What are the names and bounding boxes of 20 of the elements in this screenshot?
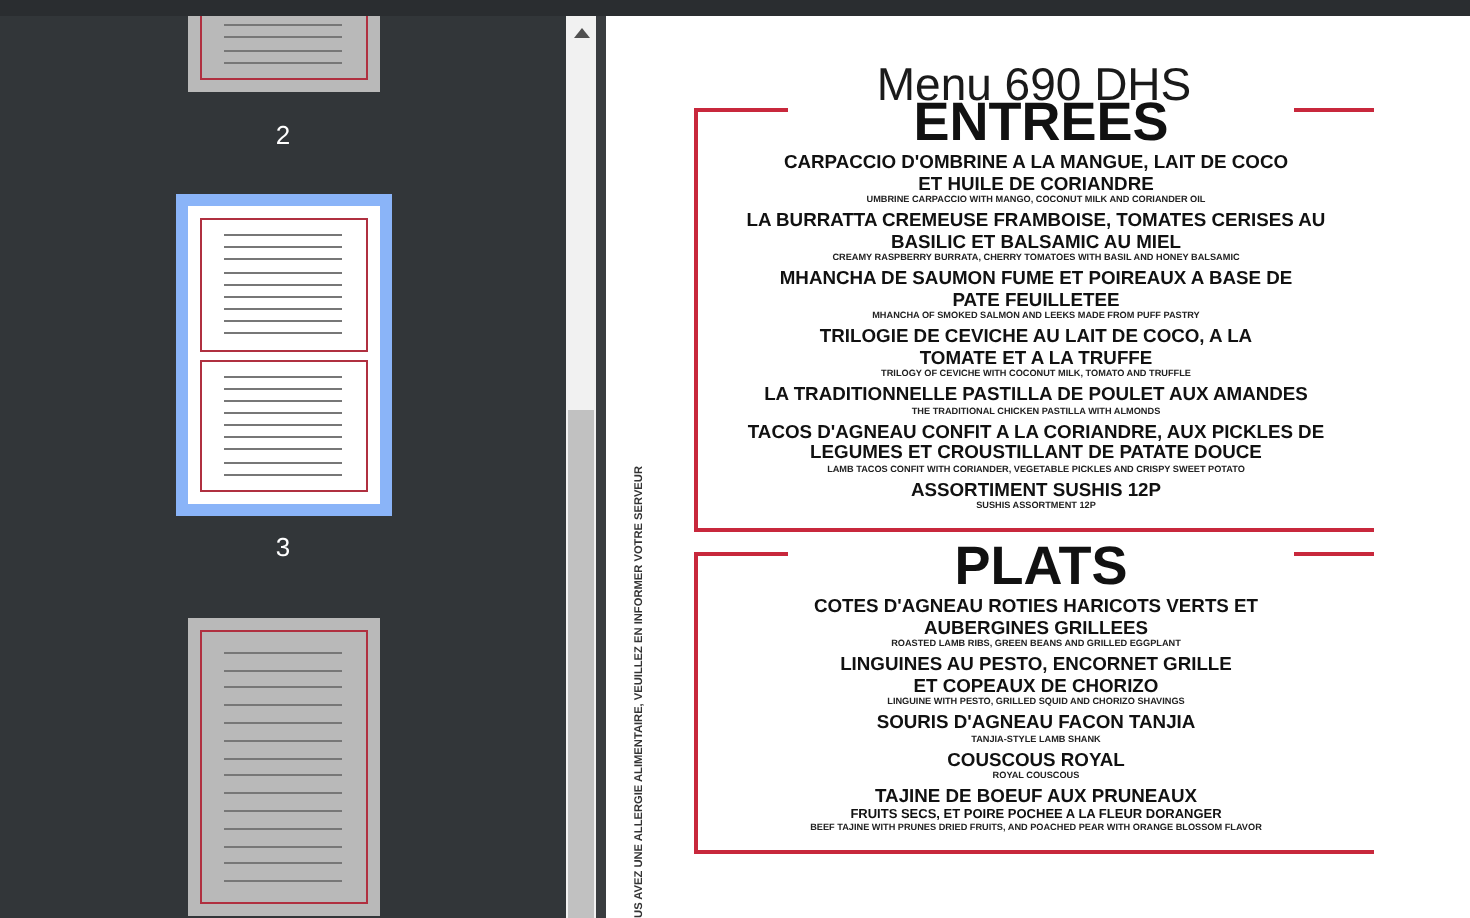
section-heading: PLATS [952,540,1130,592]
dish-name: TAJINE DE BOEUF AUX PRUNEAUX [875,786,1197,807]
dish-name: TRILOGIE DE CEVICHE AU LAIT DE COCO, A LA TOMATE ET A LA TRUFFE [819,326,1253,368]
dish-name: COTES D'AGNEAU ROTIES HARICOTS VERTS ET AUBERGINES GRILLEES [813,596,1259,638]
scroll-up-icon[interactable] [573,28,589,38]
dish-name: LINGUINES AU PESTO, ENCORNET GRILLE ET COPEAUX DE CHORIZO [840,654,1232,696]
page-number: 3 [275,532,291,562]
page-number: 2 [275,120,291,150]
page-thumbnail[interactable] [187,618,379,916]
dish-name: ASSORTIMENT SUSHIS 12P [910,479,1162,500]
dish-name: TACOS D'AGNEAU CONFIT A LA CORIANDRE, AUX PICKLES DE LEGUMES ET CROUSTILLANT DE PATATE DOUCE [747,421,1325,463]
dish-name: CARPACCIO D'OMBRINE A LA MANGUE, LAIT DE COCO ET HUILE DE CORIANDRE [783,152,1289,194]
scrollbar[interactable] [566,16,596,918]
page-thumbnail[interactable] [187,206,379,504]
dish-name: SOURIS D'AGNEAU FACON TANJIA [876,712,1196,733]
scrollbar-thumb[interactable] [568,410,594,918]
dish-name: LA BURRATTA CREMEUSE FRAMBOISE, TOMATES CERISES AU BASILIC ET BALSAMIC AU MIEL [746,210,1326,252]
dish-name: MHANCHA DE SAUMON FUME ET POIREAUX A BASE DE PATE FEUILLETEE [779,268,1293,310]
dish-name: COUSCOUS ROYAL [947,749,1125,770]
dish-name: LA TRADITIONNELLE PASTILLA DE POULET AUX AMANDES [764,384,1308,405]
